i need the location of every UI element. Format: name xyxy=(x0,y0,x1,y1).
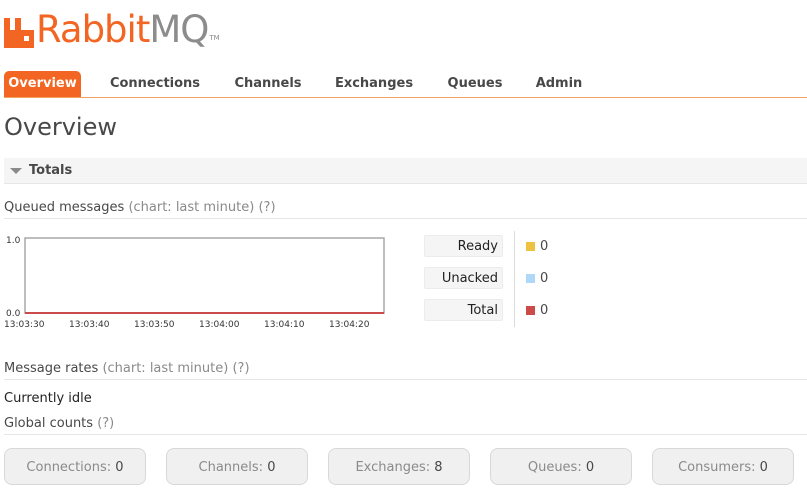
count-value: 0 xyxy=(759,460,768,475)
chart-xtick-label: 13:04:10 xyxy=(264,320,305,330)
collapse-triangle-icon xyxy=(10,168,22,174)
queued-messages-chart: 1.0 0.0 13:03:30 13:03:40 13:03:50 13:04:00… xyxy=(4,232,394,332)
global-counts-label: Global counts xyxy=(4,416,94,431)
chart-xtick-label: 13:03:30 xyxy=(4,320,45,330)
channels-count-button[interactable]: Channels: 0 xyxy=(166,448,308,485)
global-counts-help-link[interactable]: (?) xyxy=(97,416,114,431)
message-rates-heading: Message rates (chart: last minute) (?) xyxy=(4,361,807,380)
main-nav: Overview Connections Channels Exchanges … xyxy=(4,71,807,98)
consumers-count-button[interactable]: Consumers: 0 xyxy=(652,448,794,485)
logo-mq-text: MQ xyxy=(149,8,209,51)
legend-swatch-unacked xyxy=(526,274,535,283)
tab-queues[interactable]: Queues xyxy=(436,71,514,97)
logo-trademark: TM xyxy=(209,34,220,42)
queued-messages-label: Queued messages xyxy=(4,200,125,215)
page-title: Overview xyxy=(4,113,117,141)
tab-exchanges[interactable]: Exchanges xyxy=(326,71,422,97)
legend-label-total: Total xyxy=(424,299,503,321)
totals-section-title: Totals xyxy=(29,163,73,178)
count-label: Connections: xyxy=(26,460,112,475)
tab-admin[interactable]: Admin xyxy=(526,71,592,97)
rabbitmq-logo-icon xyxy=(4,14,34,50)
legend-label-unacked: Unacked xyxy=(424,267,503,289)
legend-value-total: 0 xyxy=(540,303,549,318)
chart-ytick-label: 1.0 xyxy=(6,236,21,246)
queued-messages-help-link[interactable]: (?) xyxy=(258,200,275,215)
chart-xtick-label: 13:04:00 xyxy=(199,320,240,330)
message-rates-chart-hint: (chart: last minute) xyxy=(102,361,229,376)
tab-connections[interactable]: Connections xyxy=(98,71,212,97)
logo-wordmark: RabbitMQ xyxy=(36,8,209,51)
count-label: Queues: xyxy=(527,460,582,475)
chart-xtick-label: 13:04:20 xyxy=(329,320,370,330)
count-value: 0 xyxy=(267,460,276,475)
count-label: Consumers: xyxy=(678,460,756,475)
connections-count-button[interactable]: Connections: 0 xyxy=(4,448,146,485)
queued-messages-heading: Queued messages (chart: last minute) (?) xyxy=(4,200,807,219)
legend-value-ready: 0 xyxy=(540,239,549,254)
rates-status-text: Currently idle xyxy=(4,391,92,406)
count-value: 0 xyxy=(115,460,124,475)
count-label: Channels: xyxy=(198,460,264,475)
queues-count-button[interactable]: Queues: 0 xyxy=(490,448,632,485)
queued-messages-chart-hint: (chart: last minute) xyxy=(128,200,255,215)
legend-swatch-ready xyxy=(526,242,535,251)
legend-divider xyxy=(514,231,515,327)
count-label: Exchanges: xyxy=(355,460,431,475)
message-rates-label: Message rates xyxy=(4,361,99,376)
chart-plot-area xyxy=(24,237,385,314)
legend-swatch-total xyxy=(526,306,535,315)
count-value: 0 xyxy=(585,460,595,475)
legend-label-ready: Ready xyxy=(424,235,503,257)
chart-ytick-label: 0.0 xyxy=(6,309,21,319)
queued-messages-chart-svg: 1.0 0.0 13:03:30 13:03:40 13:03:50 13:04:00… xyxy=(4,236,385,330)
rabbitmq-logo: RabbitMQ TM xyxy=(4,10,220,50)
legend-value-unacked: 0 xyxy=(540,271,549,286)
chart-xtick-label: 13:03:50 xyxy=(134,320,175,330)
tab-overview[interactable]: Overview xyxy=(4,71,81,97)
message-rates-help-link[interactable]: (?) xyxy=(232,361,249,376)
tab-channels[interactable]: Channels xyxy=(224,71,312,97)
chart-xtick-label: 13:03:40 xyxy=(69,320,110,330)
exchanges-count-button[interactable]: Exchanges: 8 xyxy=(328,448,470,485)
count-value: 8 xyxy=(434,460,443,475)
global-counts-heading: Global counts (?) xyxy=(4,416,807,435)
logo-rabbit-text: Rabbit xyxy=(36,8,150,51)
totals-section-toggle[interactable]: Totals xyxy=(4,158,807,184)
